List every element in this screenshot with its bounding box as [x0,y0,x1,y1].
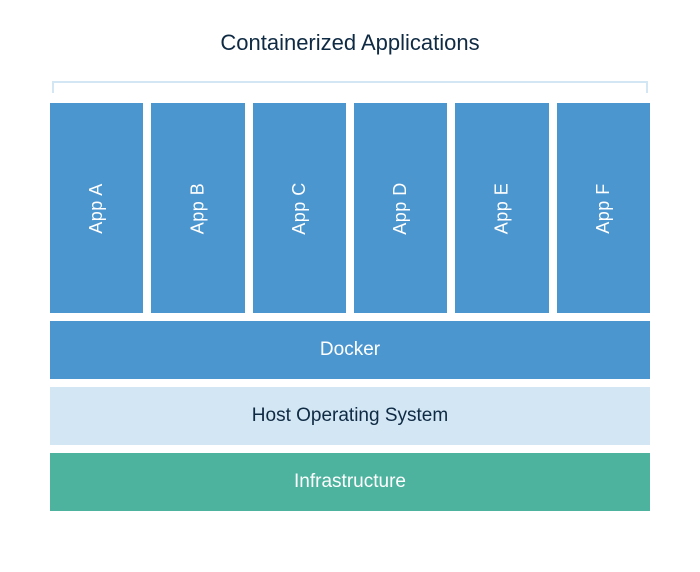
apps-bracket [52,81,648,93]
layer-host-os: Host Operating System [50,387,650,445]
app-label: App F [593,183,614,234]
app-box-c: App C [253,103,346,313]
app-box-b: App B [151,103,244,313]
layer-docker: Docker [50,321,650,379]
app-box-e: App E [455,103,548,313]
app-box-f: App F [557,103,650,313]
diagram-title: Containerized Applications [50,30,650,56]
app-label: App C [289,182,310,235]
app-label: App E [491,182,512,234]
app-label: App D [390,182,411,235]
app-box-a: App A [50,103,143,313]
layer-infrastructure: Infrastructure [50,453,650,511]
apps-row: App A App B App C App D App E App F [50,103,650,313]
app-label: App A [86,183,107,234]
app-label: App B [187,182,208,234]
app-box-d: App D [354,103,447,313]
